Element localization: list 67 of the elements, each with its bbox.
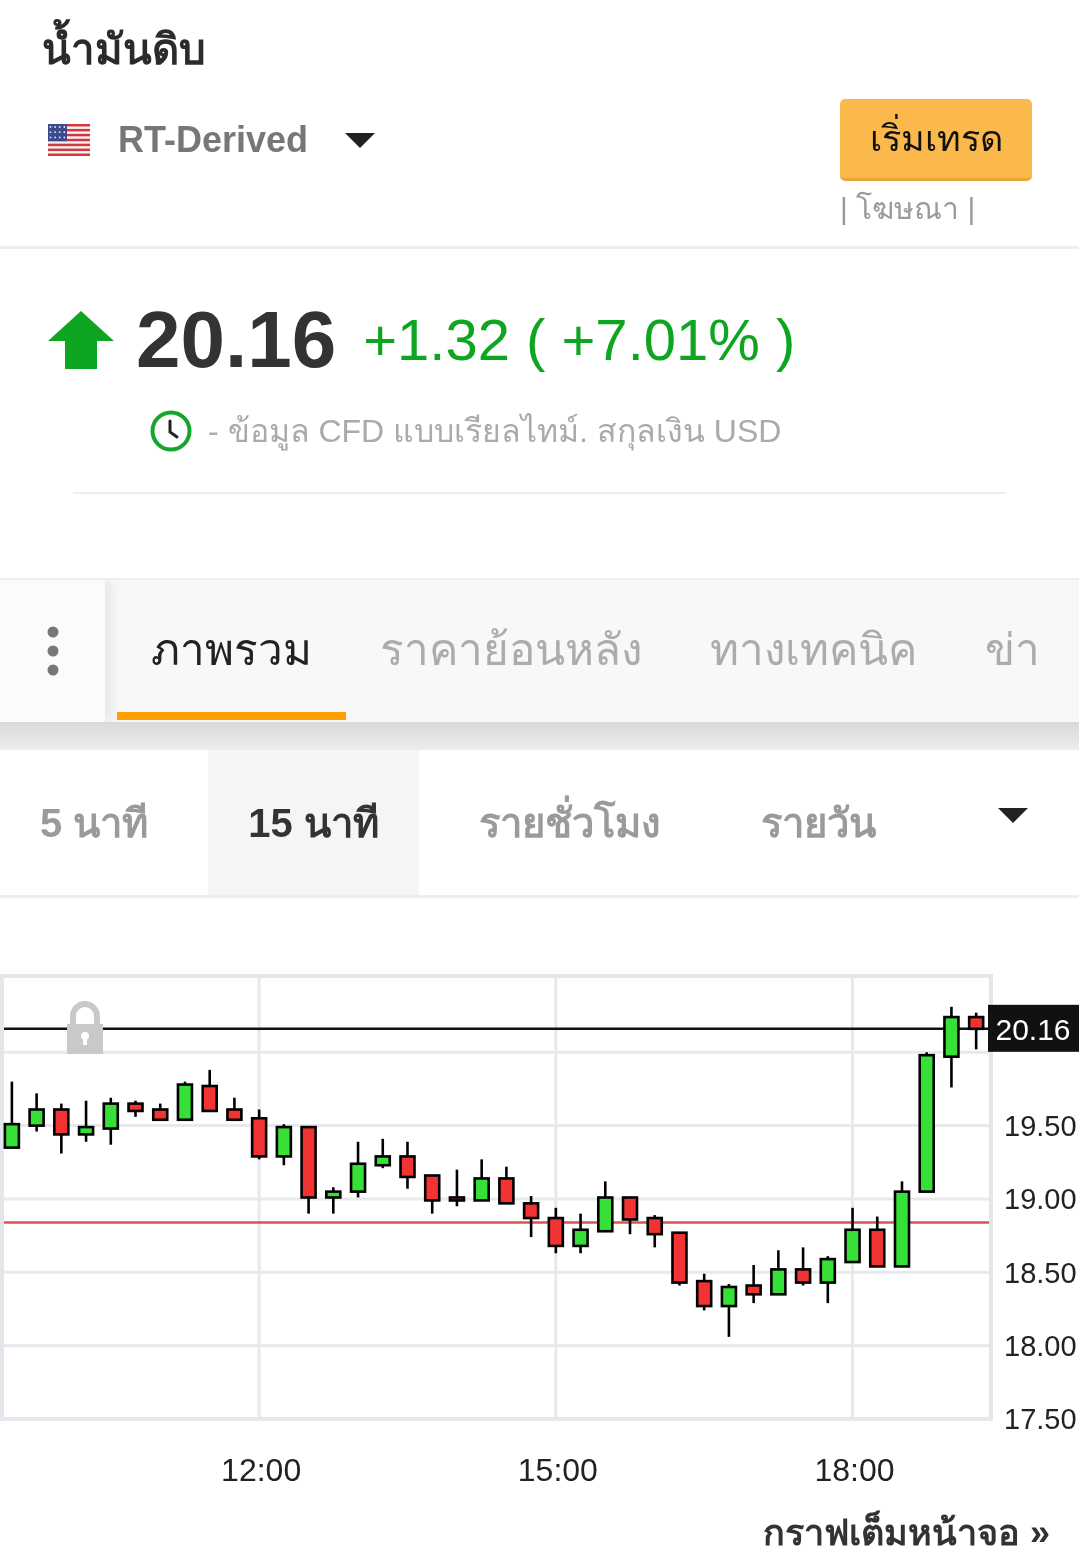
lock-icon xyxy=(67,1001,103,1054)
candlestick xyxy=(423,1174,441,1214)
x-axis-label: 18:00 xyxy=(814,1451,895,1488)
candlestick xyxy=(275,1124,293,1166)
timeframe-tab[interactable]: 15 นาที xyxy=(208,750,419,895)
candlestick xyxy=(127,1100,144,1117)
instrument-title: น้ำมันดิบ xyxy=(42,16,206,84)
candlestick xyxy=(226,1097,243,1122)
caret-icon[interactable] xyxy=(998,808,1028,823)
flag-icon xyxy=(48,124,90,156)
last-price: 20.16 xyxy=(136,300,337,380)
start-trading-button[interactable]: เริ่มเทรด xyxy=(840,99,1032,181)
candlestick xyxy=(399,1141,416,1189)
candlestick xyxy=(794,1247,812,1286)
candlestick xyxy=(498,1166,515,1205)
candlestick xyxy=(572,1213,589,1254)
caret-icon xyxy=(345,132,376,148)
candlestick xyxy=(448,1169,466,1207)
fullscreen-chart-link[interactable]: กราฟเต็มหน้าจอ » xyxy=(762,1510,1050,1556)
timeframe-tab[interactable]: รายวัน xyxy=(720,750,916,895)
y-axis-label: 17.50 xyxy=(1004,1403,1077,1436)
x-axis-label: 15:00 xyxy=(517,1451,598,1488)
candlestick xyxy=(646,1215,664,1248)
candlestick xyxy=(819,1256,837,1304)
y-axis-label: 19.50 xyxy=(1004,1110,1077,1143)
current-price-label: 20.16 xyxy=(988,1004,1079,1052)
y-axis-label: 19.00 xyxy=(1004,1183,1077,1216)
candlestick xyxy=(201,1069,218,1113)
candlestick xyxy=(522,1196,540,1238)
x-axis-label: 12:00 xyxy=(221,1451,302,1488)
candlestick xyxy=(102,1097,120,1145)
candlestick xyxy=(151,1103,169,1122)
ref-line-label: 20.16 xyxy=(995,1012,1071,1046)
tab[interactable]: ข่า xyxy=(951,580,1040,720)
candlestick xyxy=(250,1109,268,1160)
candlestick xyxy=(176,1081,194,1122)
candlestick xyxy=(770,1250,787,1296)
tab[interactable]: ราคาย้อนหลัง xyxy=(346,580,676,720)
price-change: +1.32 ( +7.01% ) xyxy=(363,306,796,374)
candlestick xyxy=(374,1138,392,1169)
candlestick xyxy=(720,1284,738,1337)
candlestick xyxy=(967,1012,985,1050)
candlestick xyxy=(28,1093,45,1132)
candlestick xyxy=(325,1187,342,1214)
y-axis-label: 18.50 xyxy=(1004,1256,1077,1289)
candlestick xyxy=(597,1181,614,1233)
candlestick xyxy=(671,1231,688,1286)
candlestick xyxy=(695,1273,713,1311)
ad-label: | โฆษณา | xyxy=(840,191,976,227)
source-dropdown[interactable]: RT-Derived xyxy=(118,118,376,162)
candlestick xyxy=(844,1207,861,1264)
tab[interactable]: ทางเทคนิค xyxy=(676,580,951,720)
candlestick xyxy=(473,1159,490,1202)
candlestick xyxy=(53,1103,70,1154)
candlestick xyxy=(349,1141,367,1198)
vertical-dots-icon xyxy=(46,626,59,676)
candlestick xyxy=(77,1100,95,1142)
y-axis-label: 18.00 xyxy=(1004,1330,1077,1363)
clock-icon xyxy=(150,410,192,452)
timeframe-tab[interactable]: รายชั่วโมง xyxy=(438,750,701,895)
candlestick xyxy=(547,1207,565,1254)
candlestick xyxy=(3,1081,21,1149)
candlestick xyxy=(745,1265,762,1304)
candlestick xyxy=(621,1196,639,1235)
candlestick xyxy=(868,1216,886,1268)
quote-info-text: - ข้อมูล CFD แบบเรียลไทม์. สกุลเงิน USD xyxy=(208,412,782,451)
timeframe-tab[interactable]: 5 นาที xyxy=(0,750,189,895)
